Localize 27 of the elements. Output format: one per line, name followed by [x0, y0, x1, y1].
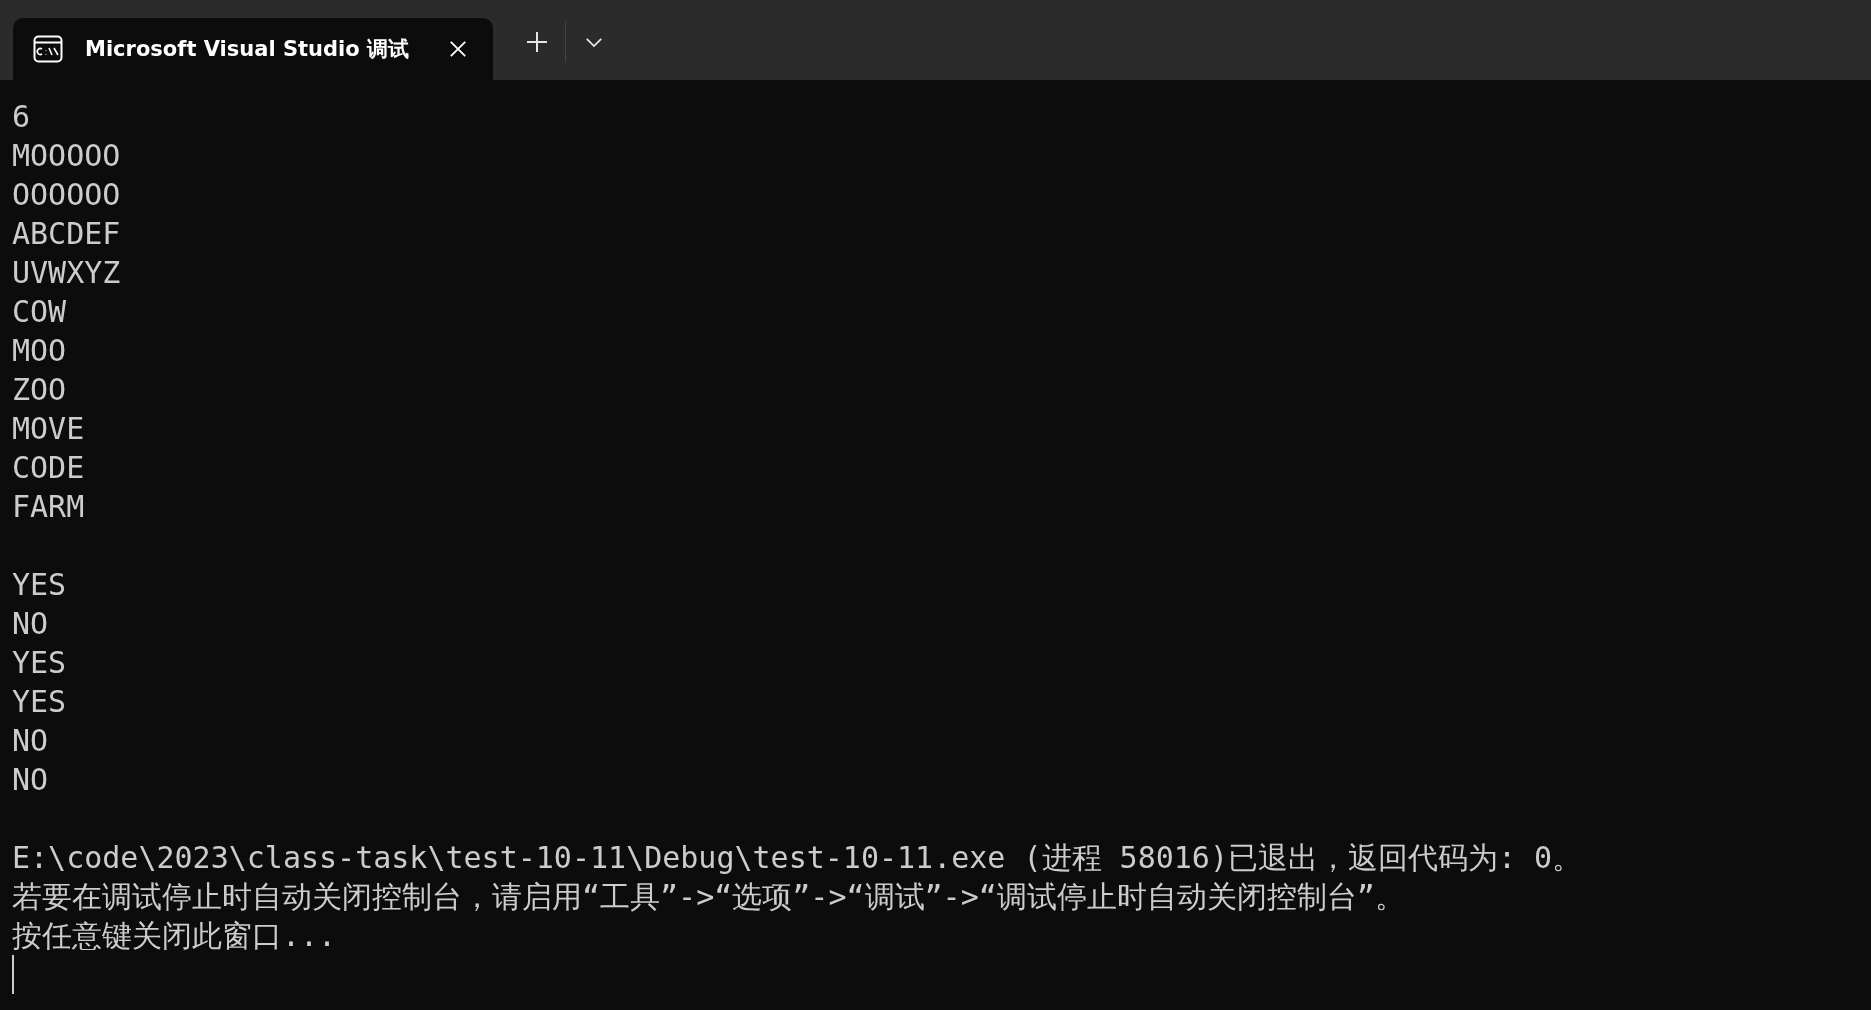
output-line: YES: [12, 644, 67, 682]
output-line: E:\code\2023\class-task\test-10-11\Debug\test-10-11.exe (进程 58016)已退出，返回代码为: 0。: [12, 839, 1583, 877]
output-line: ZOO: [12, 371, 67, 409]
output-line: NO: [12, 722, 49, 760]
close-icon: [449, 40, 467, 58]
output-line: MOVE: [12, 410, 85, 448]
text-cursor: [12, 955, 14, 994]
output-line: NO: [12, 761, 49, 799]
output-line: NO: [12, 605, 49, 643]
output-line: YES: [12, 683, 67, 721]
output-line: FARM: [12, 488, 85, 526]
output-line: MOOOOO: [12, 137, 121, 175]
output-line: YES: [12, 566, 67, 604]
output-line: 若要在调试停止时自动关闭控制台，请启用“工具”->“选项”->“调试”->“调试停止时自动关闭控制台”。: [12, 878, 1405, 916]
output-line: OOOOOO: [12, 176, 121, 214]
output-line: 按任意键关闭此窗口...: [12, 917, 337, 955]
output-line: CODE: [12, 449, 85, 487]
output-line: UVWXYZ: [12, 254, 121, 292]
tab-title: Microsoft Visual Studio 调试: [85, 36, 411, 63]
terminal-tab[interactable]: Microsoft Visual Studio 调试: [13, 18, 493, 80]
console-icon: [33, 35, 63, 63]
output-line: 6: [12, 98, 31, 136]
output-line: MOO: [12, 332, 67, 370]
chevron-down-icon: [585, 36, 603, 48]
output-line: COW: [12, 293, 67, 331]
output-line: ABCDEF: [12, 215, 121, 253]
plus-icon: [525, 30, 549, 54]
